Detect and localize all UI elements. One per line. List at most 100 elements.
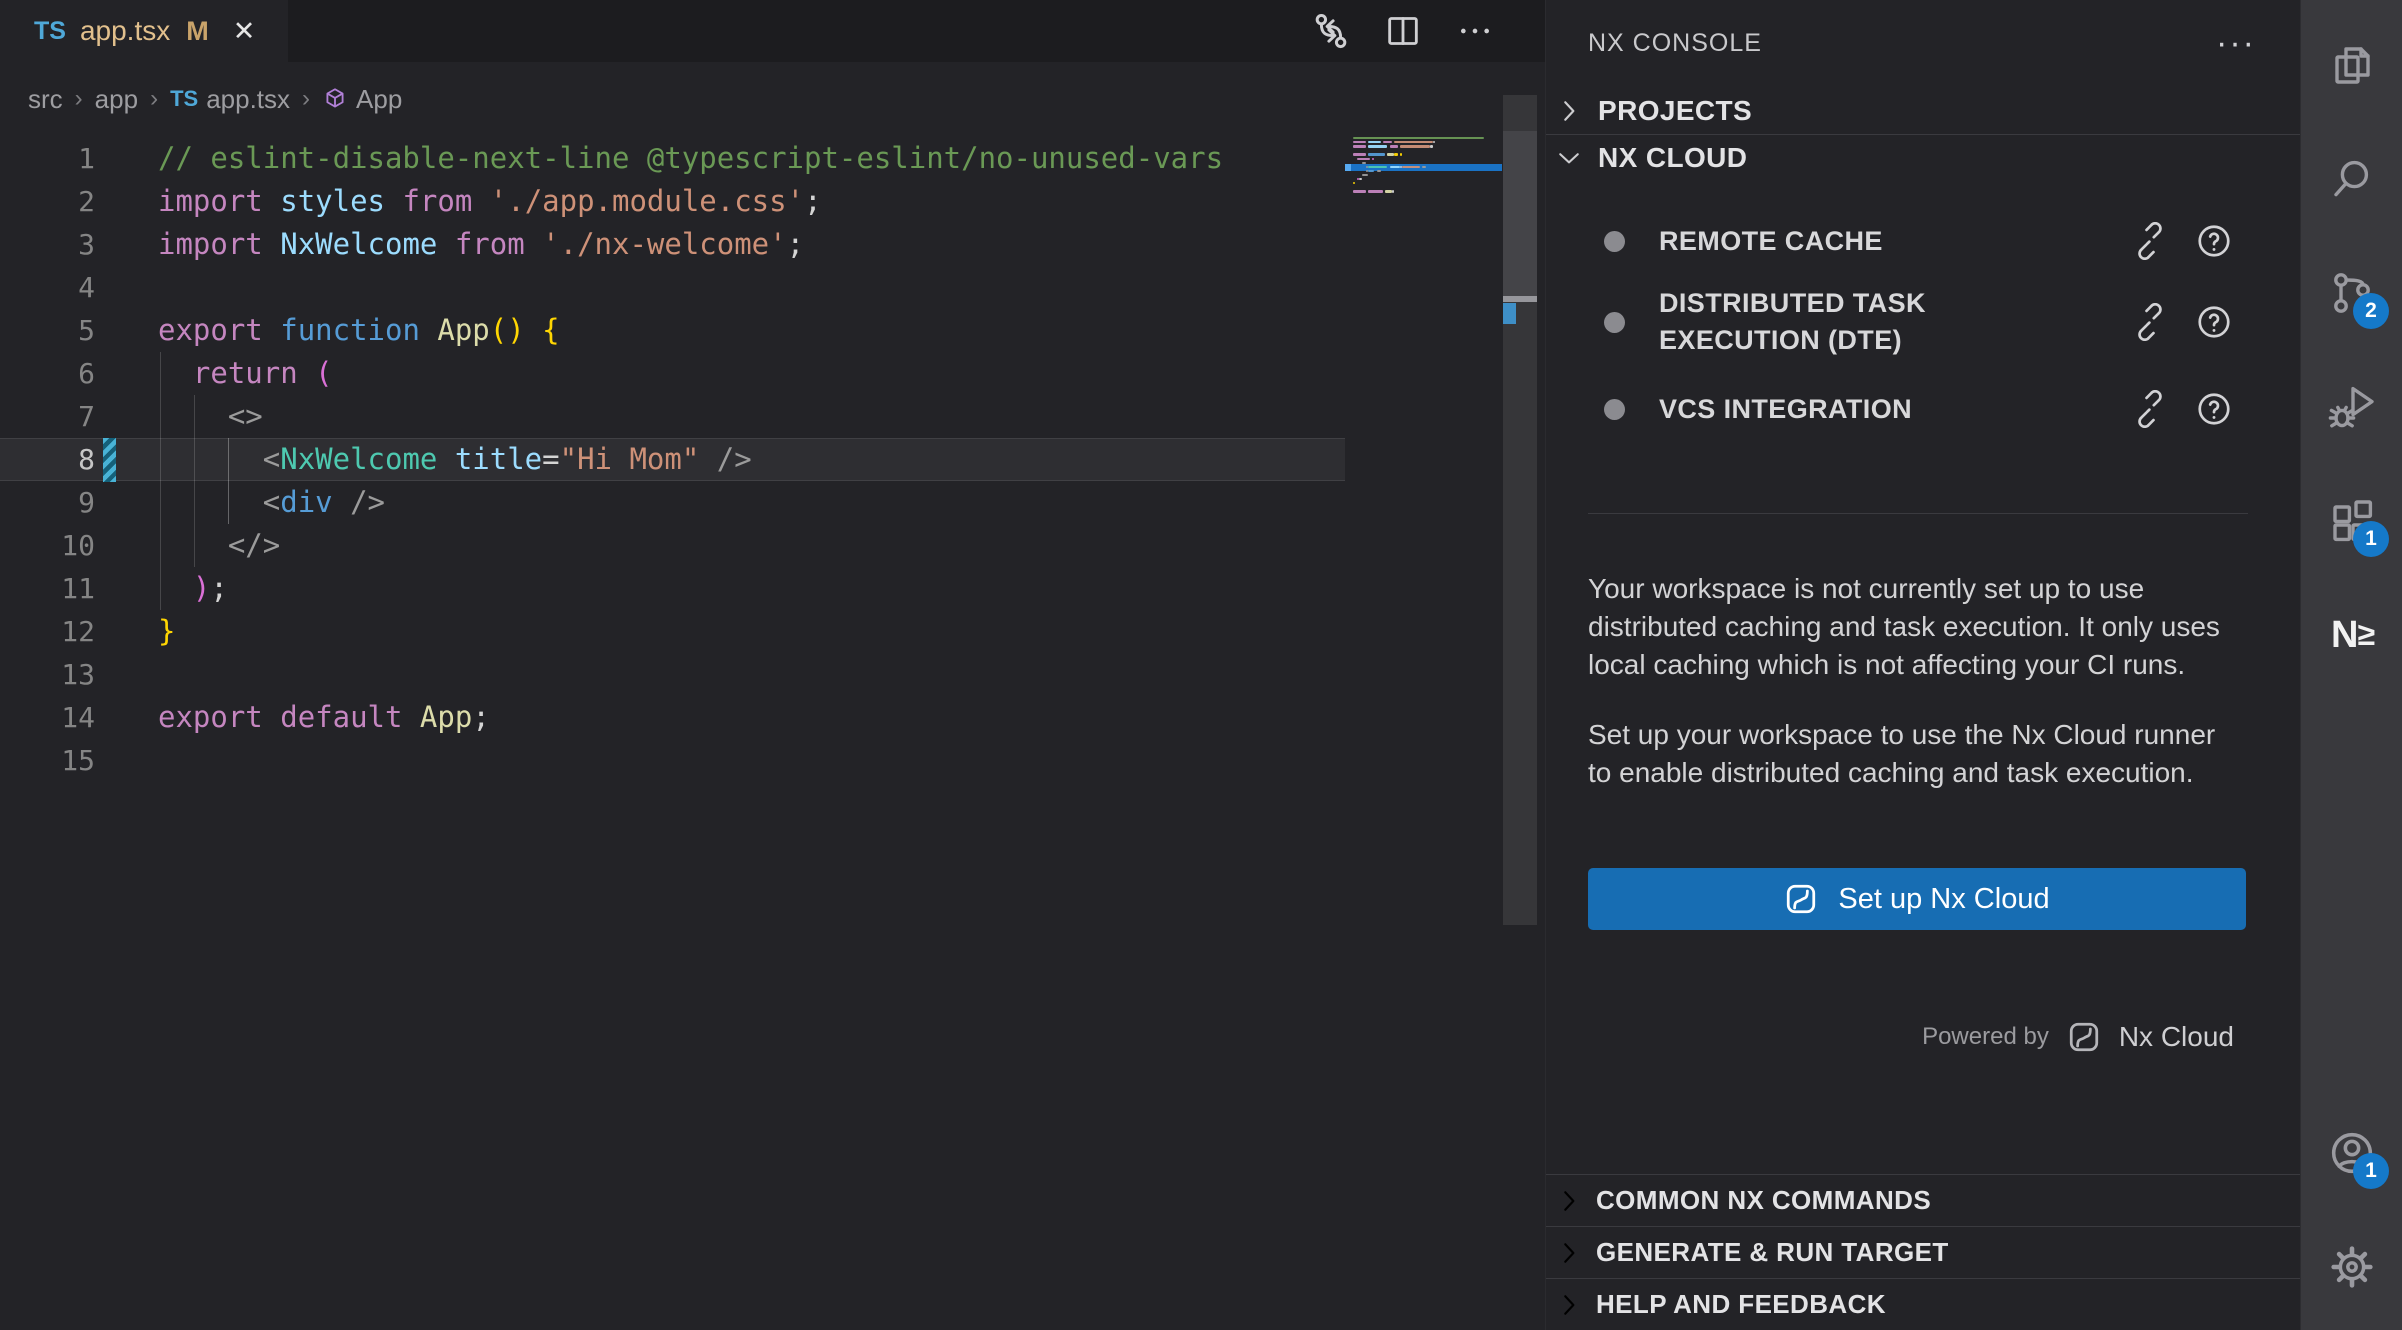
line-number: 11 <box>0 567 95 610</box>
breadcrumb-item-src[interactable]: src <box>28 84 63 115</box>
code-area[interactable]: 1// eslint-disable-next-line @typescript… <box>0 137 1345 782</box>
code-line-5[interactable]: 5 export function App() { <box>0 309 1345 352</box>
code-line-1[interactable]: 1// eslint-disable-next-line @typescript… <box>0 137 1345 180</box>
setup-nx-cloud-button[interactable]: Set up Nx Cloud <box>1588 868 2246 930</box>
activity-bar-item-settings[interactable] <box>2301 1210 2402 1324</box>
activity-bar-item-search[interactable] <box>2301 122 2402 236</box>
indent-guide <box>160 352 161 610</box>
code-line-14[interactable]: 14 export default App; <box>0 696 1345 739</box>
activity-bar-item-nx-console[interactable]: N≥ <box>2301 578 2402 692</box>
minimap-code-line <box>1430 145 1432 147</box>
status-dot-icon <box>1604 312 1625 333</box>
connect-plug-icon[interactable] <box>2130 302 2170 342</box>
code-text: export function App() { <box>158 309 560 352</box>
code-line-4[interactable]: 4 <box>0 266 1345 309</box>
activity-bar-item-explorer[interactable] <box>2301 8 2402 122</box>
minimap-code-line <box>1392 190 1394 192</box>
code-line-11[interactable]: 11 ); <box>0 567 1345 610</box>
feature-label: REMOTE CACHE <box>1659 223 1883 260</box>
code-line-6[interactable]: 6 return ( <box>0 352 1345 395</box>
code-text: </> <box>158 524 280 567</box>
minimap-code-line <box>1353 182 1355 184</box>
minimap-code-line <box>1433 141 1435 143</box>
help-icon[interactable] <box>2194 221 2234 261</box>
code-line-8[interactable]: 8 <NxWelcome title="Hi Mom" /> <box>0 438 1345 481</box>
chevron-right-icon <box>1554 96 1584 126</box>
code-line-12[interactable]: 12} <box>0 610 1345 653</box>
line-number: 12 <box>0 610 95 653</box>
line-number: 9 <box>0 481 95 524</box>
nx-logo-icon: N≥ <box>2331 614 2373 657</box>
nx-cloud-feature-vcs-integration: VCS INTEGRATION <box>1588 389 2300 429</box>
chevron-right-icon <box>1554 1290 1584 1320</box>
code-text: <NxWelcome title="Hi Mom" /> <box>158 438 752 481</box>
minimap-code-line <box>1368 170 1374 172</box>
minimap-code-line <box>1368 190 1383 192</box>
section-generate-run-target[interactable]: GENERATE & RUN TARGET <box>1546 1226 2300 1278</box>
minimap-code-line <box>1394 141 1433 143</box>
minimap-code-line <box>1387 153 1393 155</box>
tab-bar: TS app.tsx M ✕ <box>0 0 1545 62</box>
minimap-code-line <box>1368 166 1387 168</box>
chevron-down-icon <box>1554 143 1584 173</box>
minimap-code-line <box>1357 158 1370 160</box>
breadcrumb-item-app[interactable]: app <box>95 84 138 115</box>
minimap[interactable] <box>1345 0 1502 1330</box>
code-line-2[interactable]: 2 import styles from './app.module.css'; <box>0 180 1345 223</box>
ts-file-icon: TS <box>170 86 198 112</box>
code-line-7[interactable]: 7 <> <box>0 395 1345 438</box>
tab-close-icon[interactable]: ✕ <box>233 16 256 47</box>
code-line-15[interactable]: 15 <box>0 739 1345 782</box>
files-icon <box>2328 41 2376 89</box>
line-number: 5 <box>0 309 95 352</box>
tab-modified-indicator: M <box>186 16 209 47</box>
section-help-and-feedback[interactable]: HELP AND FEEDBACK <box>1546 1278 2300 1330</box>
breadcrumb-label: app.tsx <box>206 84 290 115</box>
line-number: 7 <box>0 395 95 438</box>
help-icon[interactable] <box>2194 389 2234 429</box>
help-icon[interactable] <box>2194 302 2234 342</box>
section-label: COMMON NX COMMANDS <box>1596 1185 1931 1216</box>
section-nx-cloud[interactable]: NX CLOUD <box>1546 135 2300 181</box>
code-line-13[interactable]: 13 <box>0 653 1345 696</box>
activity-bar-item-accounts[interactable]: 1 <box>2301 1096 2402 1210</box>
tab-filename: app.tsx <box>80 15 170 47</box>
code-line-3[interactable]: 3import NxWelcome from './nx-welcome'; <box>0 223 1345 266</box>
section-projects[interactable]: PROJECTS <box>1546 88 2300 134</box>
status-dot-icon <box>1604 399 1625 420</box>
minimap-code-line <box>1422 166 1426 168</box>
overview-ruler-cursor-mark <box>1503 296 1537 302</box>
badge: 1 <box>2353 521 2389 557</box>
indent-guide-active <box>228 438 229 524</box>
minimap-code-line <box>1383 141 1392 143</box>
connect-plug-icon[interactable] <box>2130 221 2170 261</box>
vscode-window: { "tab_bar": { "tab": {"icon_label": "TS… <box>0 0 2402 1330</box>
code-line-9[interactable]: 9 <div /> <box>0 481 1345 524</box>
line-number: 4 <box>0 266 95 309</box>
scrollbar[interactable] <box>1503 0 1539 1330</box>
divider <box>1588 513 2248 514</box>
gutter-modified-indicator <box>103 438 116 482</box>
activity-bar-item-run-and-debug[interactable] <box>2301 350 2402 464</box>
panel-more-actions-icon[interactable]: ··· <box>2216 33 2256 53</box>
minimap-code-line <box>1362 174 1368 176</box>
code-text: } <box>158 610 175 653</box>
chevron-right-icon <box>1554 1238 1584 1268</box>
minimap-modified-notch <box>1345 164 1351 172</box>
code-text: export default App; <box>158 696 490 739</box>
connect-plug-icon[interactable] <box>2130 389 2170 429</box>
activity-bar-item-extensions[interactable]: 1 <box>2301 464 2402 578</box>
section-common-nx-commands[interactable]: COMMON NX COMMANDS <box>1546 1174 2300 1226</box>
nx-cloud-logo-icon <box>1784 882 1818 916</box>
panel-header: NX CONSOLE ··· <box>1546 12 2300 74</box>
code-line-10[interactable]: 10 </> <box>0 524 1345 567</box>
line-number: 2 <box>0 180 95 223</box>
tab-app-tsx[interactable]: TS app.tsx M ✕ <box>0 0 288 62</box>
debug-icon <box>2328 383 2376 431</box>
line-number: 14 <box>0 696 95 739</box>
breadcrumb-item-app-tsx[interactable]: TS app.tsx <box>170 84 290 115</box>
code-text: import styles from './app.module.css'; <box>158 180 822 223</box>
breadcrumb-item-app[interactable]: App <box>322 84 402 115</box>
activity-bar-item-source-control[interactable]: 2 <box>2301 236 2402 350</box>
breadcrumb-separator: › <box>75 85 83 113</box>
